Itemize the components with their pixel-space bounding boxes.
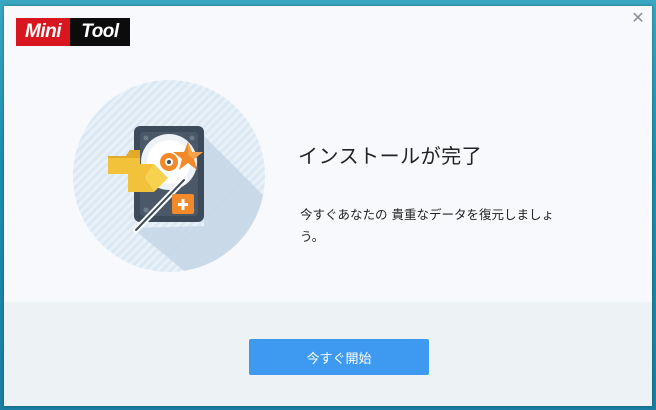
installer-window: Mini Tool ✕ インストールが完了 今すぐあなたの 貴重なデータを復元し… — [4, 6, 652, 406]
hard-drive-recovery-icon — [68, 78, 268, 274]
minitool-logo: Mini Tool — [16, 18, 130, 46]
footer-bar: 今すぐ開始 — [4, 302, 652, 406]
logo-text-mini: Mini — [16, 18, 70, 46]
logo-text-tool: Tool — [81, 21, 119, 42]
close-icon[interactable]: ✕ — [630, 10, 646, 26]
install-complete-description: 今すぐあなたの 貴重なデータを復元しましょう。 — [300, 207, 554, 244]
start-now-button[interactable]: 今すぐ開始 — [249, 339, 429, 375]
install-complete-title: インストールが完了 — [298, 144, 483, 168]
